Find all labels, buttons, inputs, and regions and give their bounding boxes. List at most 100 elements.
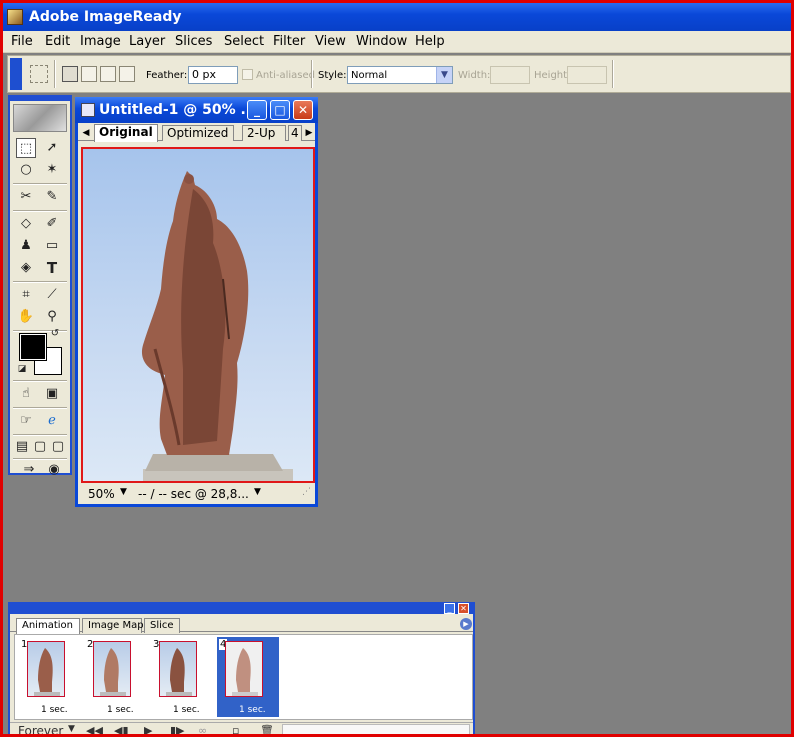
next-frame-icon[interactable]: ▮▶ (170, 724, 185, 734)
chevron-down-icon[interactable]: ▼ (68, 724, 75, 734)
slice-tool-icon[interactable]: ✂ (16, 187, 36, 207)
frame-thumbnail (27, 641, 65, 697)
frame-delay[interactable]: 1 sec. (41, 705, 68, 715)
minimize-button[interactable]: _ (247, 100, 267, 120)
swap-colors-icon[interactable]: ↺ (48, 327, 62, 341)
standard-screen-mode-icon[interactable]: ▤ (14, 437, 30, 457)
document-title-bar[interactable]: Untitled-1 @ 50% ... _ □ ✕ (75, 97, 318, 123)
tab-original[interactable]: Original (94, 124, 158, 142)
frame-delay[interactable]: 1 sec. (107, 705, 134, 715)
crop-tool-icon[interactable]: ⌗ (16, 285, 36, 305)
statue-photo (141, 171, 293, 481)
loop-select[interactable]: Forever (18, 724, 63, 734)
hand-tool-icon[interactable]: ✋ (16, 307, 36, 327)
close-button[interactable]: ✕ (293, 100, 313, 120)
frame-thumbnail (225, 641, 263, 697)
tab-scroll-left-icon[interactable]: ◀ (81, 127, 91, 139)
zoom-tool-icon[interactable]: ⚲ (42, 307, 62, 327)
rectangle-shape-tool-icon[interactable]: ▭ (42, 236, 62, 256)
anti-aliased-checkbox[interactable] (242, 69, 253, 80)
magic-wand-tool-icon[interactable]: ✶ (42, 160, 62, 180)
delete-frame-icon[interactable]: 🗑 (260, 724, 274, 734)
width-input[interactable] (490, 66, 530, 84)
preview-document-icon[interactable]: ◉ (44, 460, 64, 480)
animation-frame-3[interactable]: 3 1 sec. (151, 637, 213, 717)
previous-frame-icon[interactable]: ◀▮ (114, 724, 129, 734)
adobe-banner-logo[interactable] (13, 104, 67, 132)
duplicate-frame-icon[interactable]: ▫ (232, 724, 239, 734)
play-icon[interactable]: ▶ (144, 724, 152, 734)
subtract-selection-icon[interactable] (100, 66, 116, 82)
palette-minimize-button[interactable]: _ (444, 603, 455, 614)
tween-icon[interactable]: ∞ (198, 724, 207, 734)
height-input[interactable] (567, 66, 607, 84)
eyedropper-tool-icon[interactable]: ⟋ (42, 285, 62, 305)
slice-visibility-icon[interactable]: ▣ (42, 384, 62, 404)
full-screen-mode-icon[interactable]: ▢ (50, 437, 66, 457)
tab-animation[interactable]: Animation (16, 618, 80, 634)
animation-frame-2[interactable]: 2 1 sec. (85, 637, 147, 717)
clone-stamp-tool-icon[interactable]: ♟ (16, 236, 36, 256)
maximize-button[interactable]: □ (270, 100, 290, 120)
separator (13, 210, 67, 212)
rectangle-marquee-tool-icon[interactable]: ⬚ (16, 138, 36, 158)
move-tool-icon[interactable]: ➚ (42, 138, 62, 158)
palette-close-button[interactable]: ✕ (458, 603, 469, 614)
full-screen-menu-mode-icon[interactable]: ▢ (32, 437, 48, 457)
menu-file[interactable]: File (11, 34, 33, 49)
image-canvas[interactable] (81, 147, 315, 483)
feather-input[interactable]: 0 px (188, 66, 238, 84)
tab-slice[interactable]: Slice (144, 618, 180, 633)
imageready-app-icon[interactable] (7, 9, 23, 25)
rollover-preview-icon[interactable]: ☞ (16, 411, 36, 431)
resize-grip-icon[interactable]: ⋰ (302, 487, 311, 497)
menu-view[interactable]: View (315, 34, 346, 49)
options-bar-grip[interactable] (10, 58, 22, 90)
palette-menu-icon[interactable]: ▶ (460, 618, 472, 630)
type-tool-icon[interactable]: T (42, 258, 62, 278)
tab-image-map[interactable]: Image Map (82, 618, 144, 633)
separator (311, 60, 313, 88)
download-time-status[interactable]: -- / -- sec @ 28,8... (138, 487, 249, 501)
image-map-visibility-icon[interactable]: ☝ (16, 384, 36, 404)
brush-tool-icon[interactable]: ✐ (42, 214, 62, 234)
preview-in-browser-icon[interactable]: ℯ (42, 411, 62, 431)
chevron-down-icon[interactable]: ▼ (120, 487, 127, 497)
menu-edit[interactable]: Edit (45, 34, 70, 49)
foreground-color-swatch[interactable] (19, 333, 47, 361)
first-frame-icon[interactable]: ◀◀ (86, 724, 103, 734)
menu-window[interactable]: Window (356, 34, 407, 49)
tab-scroll-right-icon[interactable]: ▶ (304, 127, 314, 139)
menu-select[interactable]: Select (224, 34, 264, 49)
animation-frame-4[interactable]: 4 1 sec. (217, 637, 279, 717)
menu-slices[interactable]: Slices (175, 34, 212, 49)
menu-image[interactable]: Image (80, 34, 121, 49)
frames-scrollbar[interactable] (282, 724, 470, 734)
document-icon[interactable] (81, 103, 95, 117)
tab-2-up[interactable]: 2-Up (242, 125, 286, 141)
eraser-tool-icon[interactable]: ◇ (16, 214, 36, 234)
menu-help[interactable]: Help (415, 34, 445, 49)
style-select[interactable]: Normal ▼ (347, 66, 453, 84)
menu-layer[interactable]: Layer (129, 34, 165, 49)
frame-delay[interactable]: 1 sec. (173, 705, 200, 715)
statue-thumbnail (232, 648, 258, 696)
options-bar: Feather: 0 px Anti-aliased Style: Normal… (7, 55, 791, 93)
default-colors-icon[interactable]: ◪ (16, 363, 28, 375)
slice-select-tool-icon[interactable]: ✎ (42, 187, 62, 207)
zoom-level[interactable]: 50% (88, 487, 115, 501)
marquee-tool-icon[interactable] (30, 65, 48, 83)
chevron-down-icon[interactable]: ▼ (254, 487, 261, 497)
paint-bucket-tool-icon[interactable]: ◈ (16, 258, 36, 278)
chevron-down-icon[interactable]: ▼ (436, 67, 452, 83)
tab-4-up[interactable]: 4 (288, 125, 302, 141)
menu-filter[interactable]: Filter (273, 34, 305, 49)
add-selection-icon[interactable] (81, 66, 97, 82)
lasso-tool-icon[interactable]: ○ (16, 160, 36, 180)
new-selection-icon[interactable] (62, 66, 78, 82)
jump-to-photoshop-icon[interactable]: ⇒ (16, 460, 42, 480)
tab-optimized[interactable]: Optimized (162, 125, 234, 141)
frame-delay[interactable]: 1 sec. (239, 705, 266, 715)
intersect-selection-icon[interactable] (119, 66, 135, 82)
animation-frame-1[interactable]: 1 1 sec. (19, 637, 81, 717)
